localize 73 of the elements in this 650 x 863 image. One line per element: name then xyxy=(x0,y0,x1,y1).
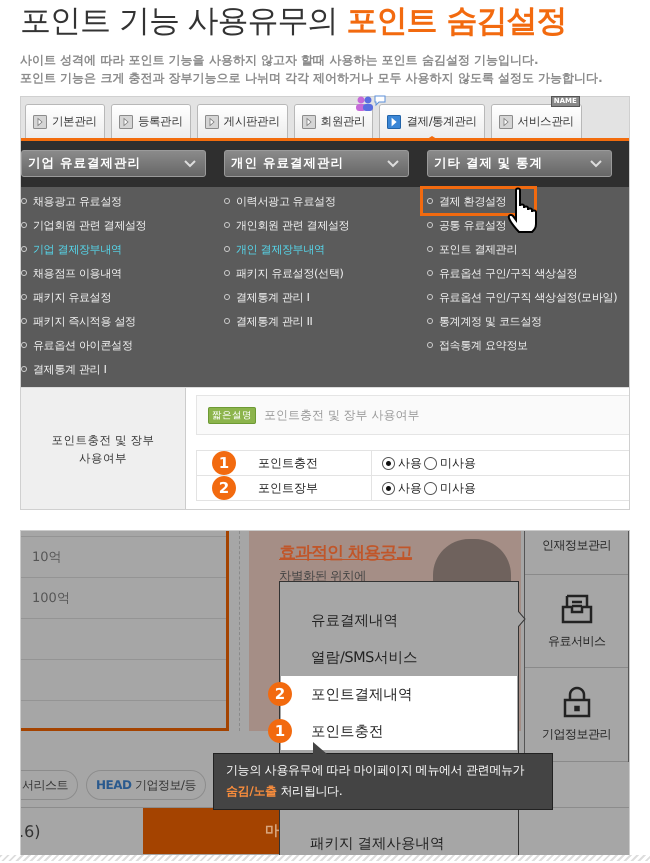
menu-tab[interactable]: 회원관리 xyxy=(294,104,374,138)
menu-item[interactable]: 결제통계 관리 I xyxy=(21,357,107,381)
menu-item[interactable]: 결제 환경설정 xyxy=(423,189,534,213)
tooltip-pointer-icon xyxy=(313,742,327,754)
menu-item[interactable]: 채용광고 유료설정 xyxy=(21,189,122,213)
banner-title: 효과적인 채용공고 xyxy=(279,542,413,564)
chevron-down-icon xyxy=(184,160,196,168)
summary-text: 포인트충전 및 장부 사용여부 xyxy=(264,406,420,424)
arrow-square-icon xyxy=(118,114,133,128)
arrow-square-icon xyxy=(498,114,513,128)
menu-item[interactable]: 패키지 결제사용내역 xyxy=(310,834,445,853)
sidebar-menu-item[interactable]: 인재정보관리 xyxy=(525,531,628,575)
table-cell: 100억 xyxy=(21,578,226,619)
menu-item[interactable]: 기업회원 관련 결제설정 xyxy=(21,213,146,237)
menu-dropdown[interactable]: 기업 유료결제관리 xyxy=(21,150,206,177)
description-text: 포인트 기능은 크게 충전과 장부기능으로 나뉘며 각각 제어하거나 모두 사용하지 않도록 설정도 가능합니다. xyxy=(20,71,604,86)
menu-tab[interactable]: 결제/통계관리 xyxy=(379,104,485,138)
menu-tab[interactable]: 서비스관리 xyxy=(490,104,582,138)
table-cell-text: .6) xyxy=(21,820,42,842)
link-pill[interactable]: 서리스트 xyxy=(21,770,78,800)
radio-button[interactable] xyxy=(424,456,437,470)
menu-item[interactable]: 결제통계 관리 II xyxy=(224,309,312,333)
menu-item[interactable]: 유료결제내역 xyxy=(281,602,517,639)
radio-label: 사용 xyxy=(398,454,422,472)
people-icon xyxy=(355,95,388,111)
menu-tab[interactable]: 등록관리 xyxy=(110,104,191,138)
arrow-square-icon xyxy=(302,114,316,128)
menu-item[interactable]: 결제통계 관리 I xyxy=(224,285,310,309)
radio-label: 사용 xyxy=(398,480,422,496)
radio-button[interactable] xyxy=(382,482,395,494)
menu-item[interactable]: 채용점프 이용내역 xyxy=(21,261,122,285)
page-title: 포인트 기능 사용유무의 포인트 숨김설정 xyxy=(20,2,568,40)
radio-button[interactable] xyxy=(382,456,395,470)
chevron-down-icon xyxy=(590,160,602,168)
radio-label: 미사용 xyxy=(440,480,476,496)
lock-icon xyxy=(562,686,590,718)
table-cell: 10억 xyxy=(21,536,226,578)
menu-dropdown[interactable]: 개인 유료결제관리 xyxy=(224,150,409,177)
tooltip: 기능의 사용유무에 따라 마이페이지 메뉴에서 관련메뉴가 숨김/노출 처리됩니다. xyxy=(213,753,553,810)
chevron-down-icon xyxy=(387,160,399,168)
menu-tab[interactable]: 게시판관리 xyxy=(196,104,288,138)
setting-label: 포인트충전 xyxy=(258,454,318,472)
menu-item[interactable]: 열람/SMS서비스 xyxy=(281,639,517,676)
menu-item[interactable]: 기업 결제장부내역 xyxy=(21,237,122,261)
menu-item[interactable]: 이력서광고 유료설정 xyxy=(224,189,336,213)
menu-item[interactable]: 통계계정 및 코드설정 xyxy=(427,309,542,333)
number-badge: 2 xyxy=(212,476,236,500)
inbox-tray-icon xyxy=(560,592,592,625)
arrow-square-icon xyxy=(33,114,47,128)
radio-label: 미사용 xyxy=(440,454,476,472)
short-description-badge: 짧은설명 xyxy=(208,406,256,424)
menu-item[interactable]: 개인회원 관련 결제설정 xyxy=(224,213,350,237)
sidebar-menu-item[interactable]: 유료서비스 xyxy=(525,574,628,668)
link-pill[interactable]: HEAD 기업정보/등 xyxy=(86,770,206,800)
menu-item[interactable]: 접속통계 요약정보 xyxy=(427,333,528,357)
field-label: 포인트충전 및 장부 사용여부 xyxy=(21,388,186,509)
menu-item[interactable]: 패키지 즉시적용 설정 xyxy=(21,309,136,333)
menu-item[interactable]: 패키지 유료설정(선택) xyxy=(224,261,344,285)
menu-item[interactable]: 유료옵션 구인/구직 색상설정(모바일) xyxy=(427,285,618,309)
setting-label: 포인트장부 xyxy=(258,480,318,496)
menu-item[interactable]: 패키지 유료설정 xyxy=(21,285,112,309)
menu-dropdown[interactable]: 기타 결제 및 통계 xyxy=(427,150,612,177)
menu-item[interactable]: 공통 유료설정 xyxy=(427,213,506,237)
menu-item[interactable]: 유료옵션 구인/구직 색상설정 xyxy=(427,261,578,285)
menu-item[interactable]: 개인 결제장부내역 xyxy=(224,237,325,261)
radio-button[interactable] xyxy=(424,482,437,494)
number-badge: 1 xyxy=(212,451,236,475)
description-text: 사이트 성격에 따라 포인트 기능을 사용하지 않고자 할때 사용하는 포인트 숨김설정 기능입니다. xyxy=(20,53,540,68)
menu-item[interactable]: 유료옵션 아이콘설정 xyxy=(21,333,132,357)
menu-tab[interactable]: 기본관리 xyxy=(25,104,105,138)
arrow-square-icon xyxy=(387,114,402,128)
arrow-square-icon xyxy=(204,114,219,128)
menu-item[interactable]: 포인트 결제관리 xyxy=(427,237,518,261)
